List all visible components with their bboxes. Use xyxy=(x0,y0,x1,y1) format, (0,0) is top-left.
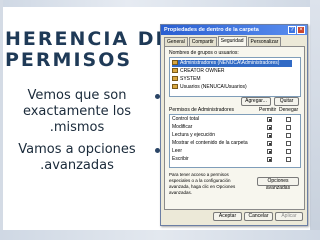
list-item[interactable]: Administradores (NENUCA\Administradores) xyxy=(172,60,292,67)
deny-checkbox[interactable] xyxy=(286,157,291,162)
group-label: Usuarios (NENUCA\Usuarios) xyxy=(180,84,247,90)
slide-top-band xyxy=(0,0,320,7)
allow-checkbox[interactable] xyxy=(267,117,272,122)
permissions-header: Permisos de Administradores Permitir Den… xyxy=(169,107,299,114)
bullet-item: Vemos que son exactamente los .mismos xyxy=(6,88,166,136)
slide-right-band xyxy=(310,0,320,240)
dialog-titlebar[interactable]: Propiedades de dentro de la carpeta ? × xyxy=(161,25,307,35)
security-panel: Nombres de grupos o usuarios: Administra… xyxy=(164,46,305,210)
advanced-hint: Para tener acceso a permisos especiales … xyxy=(169,172,236,195)
add-button[interactable]: Agregar... xyxy=(241,97,271,106)
table-row: Lectura y ejecución xyxy=(172,132,298,139)
close-button[interactable]: × xyxy=(297,26,305,34)
table-row: Modificar xyxy=(172,124,298,131)
apply-button[interactable]: Aplicar xyxy=(275,212,303,221)
user-icon xyxy=(172,68,178,74)
bullet-list: Vemos que son exactamente los .mismos Va… xyxy=(6,88,166,180)
permission-label: Modificar xyxy=(172,124,193,130)
user-icon xyxy=(172,76,178,82)
table-row: Control total xyxy=(172,116,298,123)
groups-label: Nombres de grupos o usuarios: xyxy=(169,50,239,56)
deny-checkbox[interactable] xyxy=(286,149,291,154)
allow-checkbox[interactable] xyxy=(267,157,272,162)
bullet-line: .mismos xyxy=(49,120,105,135)
allow-checkbox[interactable] xyxy=(267,141,272,146)
allow-checkbox[interactable] xyxy=(267,133,272,138)
dialog-footer: Aceptar Cancelar Aplicar xyxy=(161,211,307,223)
group-label: Administradores (NENUCA\Administradores) xyxy=(180,60,280,66)
group-label: CREATOR OWNER xyxy=(180,68,225,74)
bullet-line: Vemos que son xyxy=(27,88,127,103)
deny-checkbox[interactable] xyxy=(286,133,291,138)
permissions-list: Control total Modificar Lectura y ejecuc… xyxy=(169,114,301,168)
slide-left-edge xyxy=(0,0,3,240)
permission-label: Lectura y ejecución xyxy=(172,132,216,138)
bullet-text: Vemos que son exactamente los .mismos xyxy=(6,88,148,136)
permission-label: Escribir xyxy=(172,156,189,162)
tab-personalizar[interactable]: Personalizar xyxy=(247,37,282,46)
deny-checkbox[interactable] xyxy=(286,125,291,130)
list-item[interactable]: Usuarios (NENUCA\Usuarios) xyxy=(172,84,292,91)
bullet-item: Vamos a opciones .avanzadas xyxy=(6,142,166,174)
properties-dialog: Propiedades de dentro de la carpeta ? × … xyxy=(160,24,308,226)
bullet-line: exactamente los xyxy=(22,104,132,119)
bullet-text: Vamos a opciones .avanzadas xyxy=(6,142,148,174)
group-icon xyxy=(172,60,178,66)
permission-label: Mostrar el contenido de la carpeta xyxy=(172,140,248,146)
deny-checkbox[interactable] xyxy=(286,117,291,122)
allow-checkbox[interactable] xyxy=(267,125,272,130)
table-row: Mostrar el contenido de la carpeta xyxy=(172,140,298,147)
allow-column-label: Permitir xyxy=(259,107,277,113)
table-row: Leer xyxy=(172,148,298,155)
advanced-options-button[interactable]: Opciones avanzadas xyxy=(257,177,299,191)
list-item[interactable]: SYSTEM xyxy=(172,76,292,83)
bullet-line: Vamos a opciones xyxy=(18,142,136,157)
group-icon xyxy=(172,84,178,90)
deny-checkbox[interactable] xyxy=(286,141,291,146)
remove-button[interactable]: Quitar xyxy=(274,97,299,106)
group-label: SYSTEM xyxy=(180,76,201,82)
list-item[interactable]: CREATOR OWNER xyxy=(172,68,292,75)
tab-seguridad[interactable]: Seguridad xyxy=(217,36,247,46)
tab-compartir[interactable]: Compartir xyxy=(188,37,217,46)
slide: HERENCIA DE PERMISOS Vemos que son exact… xyxy=(0,0,320,240)
dialog-tabs: General Compartir Seguridad Personalizar xyxy=(164,36,282,46)
dialog-title: Propiedades de dentro de la carpeta xyxy=(164,27,259,33)
permission-label: Leer xyxy=(172,148,183,154)
cancel-button[interactable]: Cancelar xyxy=(244,212,273,221)
help-button[interactable]: ? xyxy=(288,26,296,34)
ok-button[interactable]: Aceptar xyxy=(213,212,242,221)
allow-checkbox[interactable] xyxy=(267,149,272,154)
tab-general[interactable]: General xyxy=(164,37,188,46)
table-row: Escribir xyxy=(172,156,298,163)
groups-list[interactable]: Administradores (NENUCA\Administradores)… xyxy=(169,57,301,97)
permissions-title: Permisos de Administradores xyxy=(169,107,235,113)
bullet-line: .avanzadas xyxy=(40,158,114,173)
slide-bottom-band xyxy=(0,230,320,240)
permission-label: Control total xyxy=(172,116,199,122)
deny-column-label: Denegar xyxy=(279,107,299,113)
